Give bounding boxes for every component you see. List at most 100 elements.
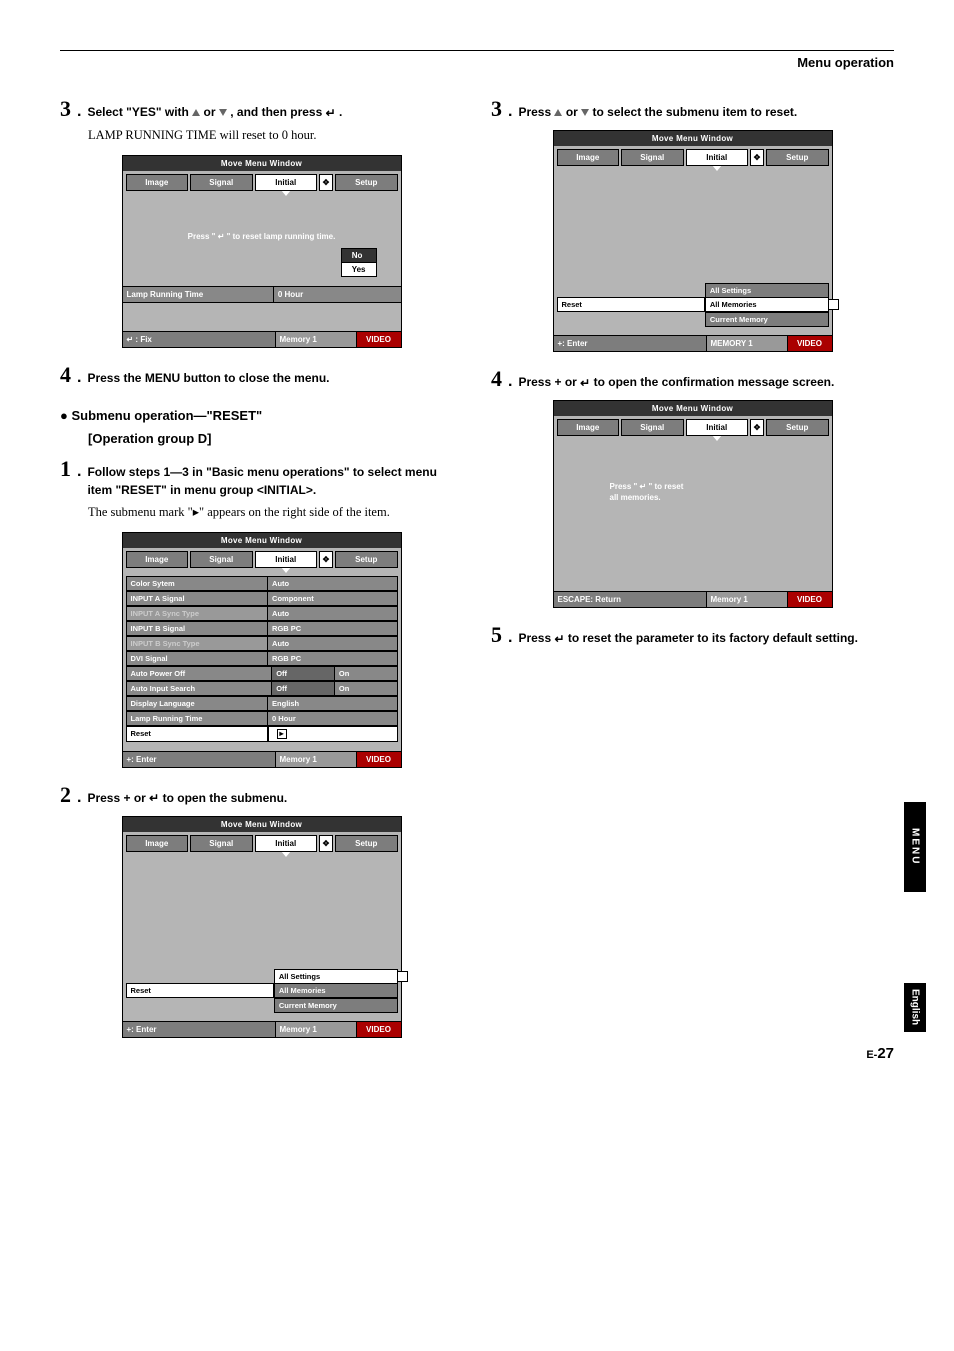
tab-image[interactable]: Image <box>126 835 189 852</box>
reset-label: Reset <box>131 729 151 738</box>
list-row[interactable]: DVI SignalRGB PC <box>126 651 398 666</box>
move-handle-icon[interactable]: ✥ <box>319 174 333 191</box>
move-handle-icon[interactable]: ✥ <box>750 149 764 166</box>
list-row-reset[interactable]: Reset ▸ <box>126 726 398 742</box>
list-row[interactable]: Lamp Running Time0 Hour <box>126 711 398 726</box>
submenu-indicator-icon: ▸ <box>277 729 287 739</box>
option-yes[interactable]: Yes <box>342 262 376 276</box>
tab-initial[interactable]: Initial <box>255 835 318 852</box>
list-row[interactable]: INPUT A Sync TypeAuto <box>126 606 398 621</box>
menu-title: Move Menu Window <box>123 533 401 548</box>
up-triangle-icon <box>192 109 200 116</box>
menu-title: Move Menu Window <box>123 817 401 832</box>
lamp-time-value: 0 Hour <box>274 287 401 302</box>
msg-part: Press " <box>610 482 640 491</box>
bullet-heading: ● Submenu operation—"RESET" <box>60 408 463 423</box>
menu-title: Move Menu Window <box>554 131 832 146</box>
page-prefix: E- <box>866 1049 877 1061</box>
row-value: English <box>268 697 396 710</box>
text-part: to reset the parameter to its factory de… <box>568 631 858 645</box>
tab-initial[interactable]: Initial <box>255 174 318 191</box>
msg-part: all memories. <box>610 493 661 502</box>
row-label: INPUT A Signal <box>127 592 269 605</box>
no-yes-options: No Yes <box>341 248 377 277</box>
step-text: Select "YES" with or , and then press ↵ … <box>87 103 342 122</box>
list-row[interactable]: INPUT A SignalComponent <box>126 591 398 606</box>
tab-signal[interactable]: Signal <box>190 835 253 852</box>
tab-row: Image Signal Initial ✥ Setup <box>123 171 401 191</box>
text-part: to open the submenu. <box>163 791 288 805</box>
step-text: Press + or ↵ to open the confirmation me… <box>518 373 834 392</box>
row-value: Auto <box>268 577 396 590</box>
tab-initial[interactable]: Initial <box>255 551 318 568</box>
reset-right-col: Current Memory <box>705 312 829 326</box>
tab-setup[interactable]: Setup <box>335 174 398 191</box>
text-part: or <box>204 105 219 119</box>
text-part: . <box>339 105 342 119</box>
list-row[interactable]: Auto Input SearchOffOn <box>126 681 398 696</box>
row-value: RGB PC <box>268 622 396 635</box>
tab-initial[interactable]: Initial <box>686 419 749 436</box>
move-handle-icon[interactable]: ✥ <box>319 551 333 568</box>
tab-image[interactable]: Image <box>126 174 189 191</box>
reset-label: Reset <box>557 297 705 312</box>
move-handle-icon[interactable]: ✥ <box>750 419 764 436</box>
option-current-memory[interactable]: Current Memory <box>274 998 398 1013</box>
footer-memory: MEMORY 1 <box>706 336 788 351</box>
tab-signal[interactable]: Signal <box>621 419 684 436</box>
option-all-settings[interactable]: All Settings <box>705 283 829 298</box>
reset-options-row: Reset All Memories <box>557 297 829 312</box>
tab-signal[interactable]: Signal <box>190 174 253 191</box>
tab-setup[interactable]: Setup <box>766 149 829 166</box>
msg-part: " to reset <box>646 482 683 491</box>
list-row[interactable]: Display LanguageEnglish <box>126 696 398 711</box>
list-row[interactable]: Color SytemAuto <box>126 576 398 591</box>
tab-image[interactable]: Image <box>557 149 620 166</box>
tab-image[interactable]: Image <box>557 419 620 436</box>
reset-options-row: All Settings <box>557 283 829 297</box>
option-all-memories[interactable]: All Memories <box>274 983 398 998</box>
left-step4: 4. Press the MENU button to close the me… <box>60 362 463 388</box>
footer-hint: ↵ : Fix <box>123 332 275 347</box>
option-no[interactable]: No <box>342 249 376 262</box>
text-part: Select "YES" with <box>87 105 192 119</box>
reset-left-col <box>126 969 274 983</box>
step-number: 3 <box>491 96 502 122</box>
list-row[interactable]: INPUT B SignalRGB PC <box>126 621 398 636</box>
row-value: Auto <box>268 637 396 650</box>
tab-initial[interactable]: Initial <box>686 149 749 166</box>
tab-setup[interactable]: Setup <box>766 419 829 436</box>
footer-video: VIDEO <box>357 1022 401 1037</box>
option-current-memory[interactable]: Current Memory <box>705 312 829 327</box>
option-all-settings[interactable]: All Settings <box>274 969 398 984</box>
row-label: Lamp Running Time <box>127 712 269 725</box>
move-handle-icon[interactable]: ✥ <box>319 835 333 852</box>
reset-right-col: All Settings <box>274 969 398 983</box>
operation-group-heading: [Operation group D] <box>88 431 463 446</box>
step-dot: . <box>508 373 512 391</box>
tab-image[interactable]: Image <box>126 551 189 568</box>
menu-window-initial-list: Move Menu Window Image Signal Initial ✥ … <box>122 532 402 768</box>
list-row[interactable]: INPUT B Sync TypeAuto <box>126 636 398 651</box>
option-all-memories[interactable]: All Memories <box>705 297 829 312</box>
enter-icon: ↵ <box>554 630 564 648</box>
footer-video: VIDEO <box>357 332 401 347</box>
down-triangle-icon <box>581 109 589 116</box>
tab-signal[interactable]: Signal <box>621 149 684 166</box>
row-label: Auto Power Off <box>127 667 273 680</box>
tab-setup[interactable]: Setup <box>335 551 398 568</box>
footer-video: VIDEO <box>357 752 401 767</box>
step-text: Press ↵ to reset the parameter to its fa… <box>518 629 858 648</box>
row-value: Component <box>268 592 396 605</box>
reset-left-col <box>557 312 705 326</box>
tab-setup[interactable]: Setup <box>335 835 398 852</box>
row-value-split: OffOn <box>272 667 396 680</box>
opt-on: On <box>335 667 397 680</box>
step-number: 2 <box>60 782 71 808</box>
footer-memory: Memory 1 <box>706 592 788 607</box>
list-row[interactable]: Auto Power OffOffOn <box>126 666 398 681</box>
tab-signal[interactable]: Signal <box>190 551 253 568</box>
right-step3: 3. Press or to select the submenu item t… <box>491 96 894 122</box>
menu-body: Press " ↵ " to reset lamp running time. … <box>123 196 401 286</box>
left-step3: 3. Select "YES" with or , and then press… <box>60 96 463 122</box>
